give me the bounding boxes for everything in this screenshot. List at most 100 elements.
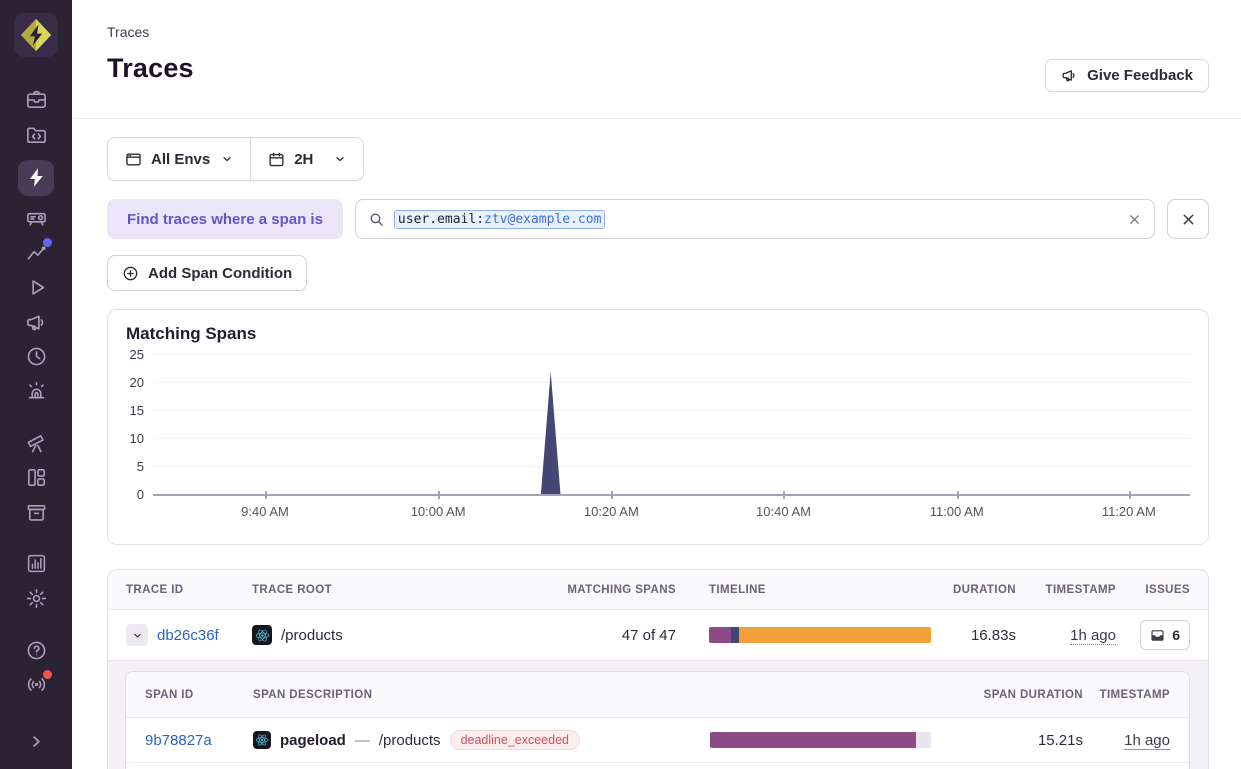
chart-xlabels: 9:40 AM10:00 AM10:20 AM10:40 AM11:00 AM1… bbox=[153, 495, 1190, 521]
add-span-condition-label: Add Span Condition bbox=[148, 265, 292, 282]
expanded-trace-region: SPAN ID SPAN DESCRIPTION SPAN DURATION T… bbox=[108, 660, 1208, 769]
token-key: user.email: bbox=[398, 212, 484, 227]
give-feedback-label: Give Feedback bbox=[1087, 67, 1193, 84]
col-timestamp: TIMESTAMP bbox=[1046, 584, 1116, 596]
sidebar-item-projects[interactable] bbox=[18, 117, 54, 151]
telescope-icon bbox=[25, 432, 48, 455]
chevron-down-icon bbox=[132, 630, 143, 641]
page-title: Traces bbox=[107, 53, 1209, 84]
help-icon bbox=[25, 639, 48, 662]
span-id-link[interactable]: 9b78827a bbox=[145, 732, 212, 749]
projector-icon bbox=[25, 207, 48, 230]
span-table: SPAN ID SPAN DESCRIPTION SPAN DURATION T… bbox=[125, 671, 1190, 769]
col-span-id: SPAN ID bbox=[145, 689, 253, 701]
magnifier-icon bbox=[368, 211, 385, 228]
react-icon bbox=[253, 731, 271, 749]
add-span-condition-button[interactable]: Add Span Condition bbox=[107, 255, 307, 291]
chart-spike bbox=[153, 355, 1190, 495]
span-duration-value: 15.21s bbox=[1038, 732, 1083, 749]
megaphone-icon bbox=[1061, 67, 1078, 84]
search-token[interactable]: user.email:ztv@example.com bbox=[394, 210, 606, 229]
sidebar-item-archive[interactable] bbox=[18, 496, 54, 530]
trace-issues-button[interactable]: 6 bbox=[1140, 620, 1190, 650]
span-description: /products bbox=[379, 732, 441, 749]
span-separator: — bbox=[355, 732, 370, 749]
app-logo[interactable] bbox=[14, 13, 58, 57]
matching-spans-value: 47 of 47 bbox=[622, 627, 676, 644]
trace-timeline-bar bbox=[709, 627, 931, 643]
chevron-right-icon bbox=[25, 730, 48, 753]
token-value: ztv@example.com bbox=[484, 212, 601, 227]
main-area: Traces Traces Give Feedback All Envs bbox=[72, 0, 1241, 769]
inbox-icon bbox=[25, 88, 48, 111]
trace-timestamp[interactable]: 1h ago bbox=[1070, 627, 1116, 645]
chart-plot[interactable] bbox=[153, 355, 1190, 495]
sidebar-item-explore-active[interactable] bbox=[18, 160, 54, 196]
breadcrumb[interactable]: Traces bbox=[107, 24, 1209, 40]
sidebar-item-displays[interactable] bbox=[18, 202, 54, 236]
sidebar-item-whats-new[interactable] bbox=[18, 668, 54, 702]
sidebar-collapse-toggle[interactable] bbox=[18, 724, 54, 758]
span-search-input[interactable]: user.email:ztv@example.com bbox=[355, 199, 1155, 239]
dashboard-grid-icon bbox=[25, 466, 48, 489]
span-status-badge: deadline_exceeded bbox=[450, 730, 580, 750]
sidebar-item-discover[interactable] bbox=[18, 426, 54, 460]
sidebar-item-metrics[interactable] bbox=[18, 236, 54, 270]
diamond-bolt-logo-icon bbox=[17, 16, 55, 54]
sidebar-item-inbox[interactable] bbox=[18, 83, 54, 117]
span-op: pageload bbox=[280, 732, 346, 749]
chart-x-axis bbox=[153, 494, 1190, 496]
collapse-trace-button[interactable] bbox=[126, 624, 148, 646]
notification-dot-blue bbox=[43, 238, 52, 247]
trace-row: db26c36f /products 47 of 47 bbox=[108, 610, 1208, 660]
environment-filter-label: All Envs bbox=[151, 151, 210, 168]
remove-condition-button[interactable] bbox=[1167, 199, 1209, 239]
chart-ylabels: 0510152025 bbox=[126, 355, 144, 495]
col-trace-root: TRACE ROOT bbox=[252, 584, 546, 596]
span-row: 9b78827a pageload — bbox=[126, 718, 1189, 762]
environment-filter[interactable]: All Envs bbox=[108, 138, 250, 180]
col-matching-spans: MATCHING SPANS bbox=[567, 584, 676, 596]
span-row: b7a7e441 http.server — GET /organization bbox=[126, 762, 1189, 769]
span-duration-bar bbox=[710, 732, 931, 748]
col-span-description: SPAN DESCRIPTION bbox=[253, 689, 691, 701]
x-icon bbox=[1127, 212, 1142, 227]
filter-bar: All Envs 2H bbox=[107, 137, 364, 181]
sidebar-item-releases[interactable] bbox=[18, 340, 54, 374]
notification-dot-red bbox=[43, 670, 52, 679]
sidebar-item-dashboards[interactable] bbox=[18, 461, 54, 495]
page-header: Traces Traces Give Feedback bbox=[72, 0, 1241, 119]
play-icon bbox=[25, 276, 48, 299]
chart-title: Matching Spans bbox=[126, 324, 1190, 344]
bar-stats-icon bbox=[25, 552, 48, 575]
sidebar-item-alerts[interactable] bbox=[18, 375, 54, 409]
sidebar-item-stats[interactable] bbox=[18, 547, 54, 581]
sidebar-item-settings[interactable] bbox=[18, 582, 54, 616]
matching-spans-chart-panel: Matching Spans 0510152025 9:40 AM10:00 A… bbox=[107, 309, 1209, 545]
col-issues: ISSUES bbox=[1145, 584, 1190, 596]
sidebar-item-replays[interactable] bbox=[18, 271, 54, 305]
clear-search-button[interactable] bbox=[1127, 212, 1142, 227]
trace-table-header: TRACE ID TRACE ROOT MATCHING SPANS TIMEL… bbox=[108, 570, 1208, 610]
gear-icon bbox=[25, 587, 48, 610]
col-span-duration: SPAN DURATION bbox=[984, 689, 1083, 701]
sidebar-item-feedback[interactable] bbox=[18, 305, 54, 339]
trace-id-link[interactable]: db26c36f bbox=[157, 627, 219, 644]
siren-icon bbox=[25, 380, 48, 403]
span-condition-row: Find traces where a span is user.email:z… bbox=[107, 199, 1209, 239]
span-timestamp[interactable]: 1h ago bbox=[1124, 732, 1170, 750]
trace-duration-value: 16.83s bbox=[971, 627, 1016, 644]
sidebar-item-help[interactable] bbox=[18, 633, 54, 667]
calendar-icon bbox=[268, 151, 285, 168]
time-period-filter[interactable]: 2H bbox=[251, 138, 363, 180]
code-folder-icon bbox=[25, 123, 48, 146]
archive-icon bbox=[25, 501, 48, 524]
plus-circle-icon bbox=[122, 265, 139, 282]
trace-root-value: /products bbox=[281, 627, 343, 644]
time-period-label: 2H bbox=[294, 151, 313, 168]
condition-label: Find traces where a span is bbox=[107, 199, 343, 239]
give-feedback-button[interactable]: Give Feedback bbox=[1045, 59, 1209, 92]
col-timeline: TIMELINE bbox=[676, 584, 931, 596]
col-trace-id: TRACE ID bbox=[126, 584, 252, 596]
issues-box-icon bbox=[1150, 628, 1165, 643]
